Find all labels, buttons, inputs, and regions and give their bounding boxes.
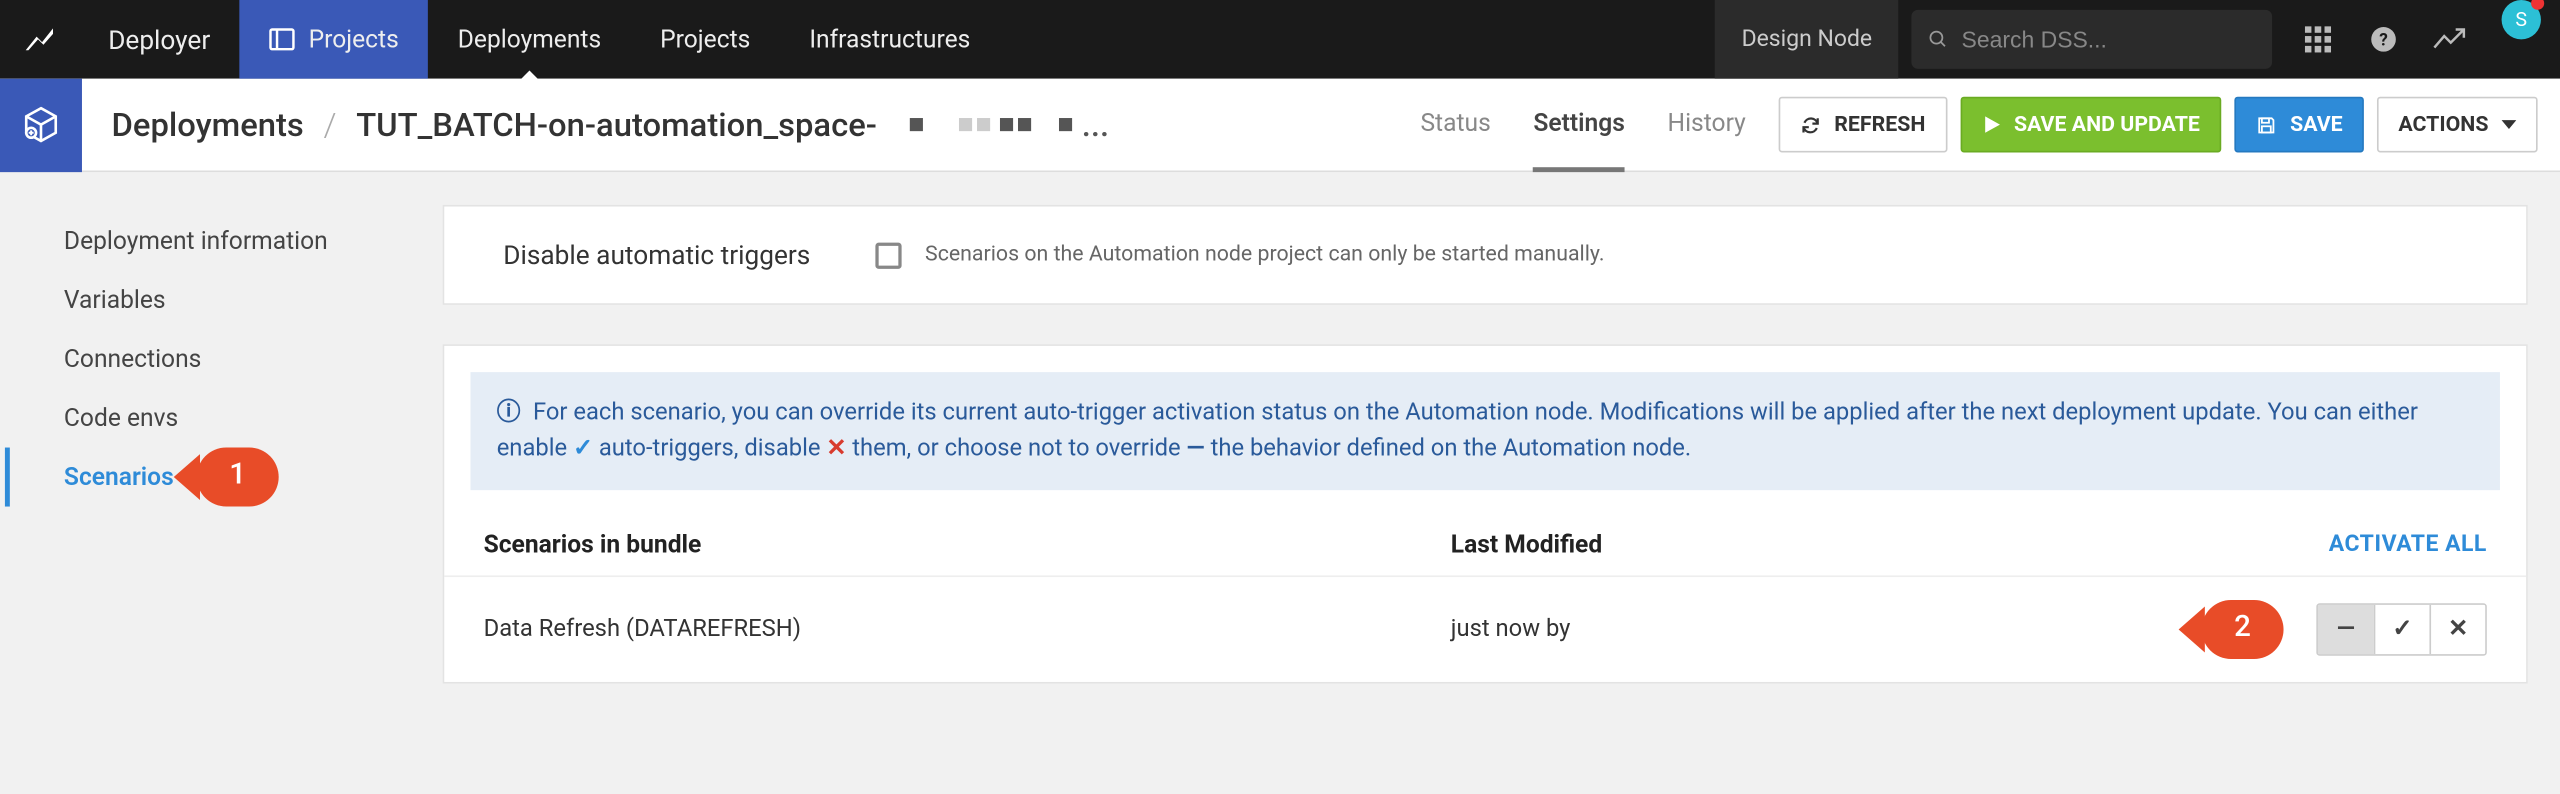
- avatar-initial: S: [2515, 8, 2527, 31]
- info-icon: ⓘ: [497, 398, 521, 426]
- sidenav-item-variables[interactable]: Variables: [0, 270, 443, 329]
- breadcrumb-sep: /: [323, 105, 336, 144]
- search-input[interactable]: [1962, 26, 2256, 52]
- trend-icon[interactable]: [2416, 0, 2482, 79]
- apps-icon[interactable]: [2285, 0, 2351, 79]
- sub-tabs: Status Settings History: [1420, 78, 1745, 171]
- side-nav: Deployment information Variables Connect…: [0, 172, 443, 715]
- toggle-disable[interactable]: ✕: [2429, 604, 2485, 653]
- table-row: Data Refresh (DATAREFRESH) just now by 2…: [444, 575, 2526, 682]
- design-node-link[interactable]: Design Node: [1715, 0, 1898, 79]
- disable-triggers-label: Disable automatic triggers: [503, 239, 810, 270]
- notification-dot-icon: [2531, 0, 2544, 10]
- project-cube-icon[interactable]: [0, 78, 82, 171]
- actions-button[interactable]: ACTIONS: [2377, 97, 2538, 153]
- play-icon: [1981, 115, 2001, 135]
- button-label: SAVE AND UPDATE: [2014, 112, 2200, 137]
- nav-tab-label: Projects: [309, 25, 399, 55]
- toggle-enable[interactable]: ✓: [2374, 604, 2430, 653]
- info-text: them, or choose not to override: [852, 434, 1186, 462]
- subtab-history[interactable]: History: [1668, 78, 1746, 171]
- sub-header: Deployments / TUT_BATCH-on-automation_sp…: [0, 79, 2560, 172]
- minus-icon: —: [1187, 434, 1205, 462]
- info-text: auto-triggers, disable: [599, 434, 827, 462]
- chevron-down-icon: [2502, 120, 2517, 130]
- info-text: the behavior defined on the Automation n…: [1211, 434, 1692, 462]
- refresh-button[interactable]: REFRESH: [1779, 97, 1947, 153]
- override-toggle-group: — ✓ ✕: [2316, 602, 2486, 654]
- save-and-update-button[interactable]: SAVE AND UPDATE: [1960, 97, 2221, 153]
- top-nav: Deployer Projects Deployments Projects I…: [0, 0, 2560, 79]
- button-label: SAVE: [2290, 112, 2343, 137]
- minus-icon: —: [2337, 615, 2355, 643]
- button-label: ACTIONS: [2398, 112, 2488, 137]
- subtab-status[interactable]: Status: [1420, 78, 1490, 171]
- x-icon: ✕: [2448, 615, 2468, 643]
- nav-tab-deployments[interactable]: Deployments: [428, 0, 630, 79]
- nav-tab-label: Projects: [660, 25, 750, 55]
- save-button[interactable]: SAVE: [2234, 97, 2364, 153]
- check-icon: ✓: [2392, 615, 2412, 643]
- svg-text:?: ?: [2379, 30, 2388, 50]
- sidenav-item-code-envs[interactable]: Code envs: [0, 389, 443, 448]
- nav-tab-label: Infrastructures: [809, 25, 970, 55]
- breadcrumb: Deployments / TUT_BATCH-on-automation_sp…: [111, 105, 1109, 144]
- nav-tab-label: Deployments: [458, 25, 601, 55]
- col-header-modified: Last Modified: [1451, 529, 2329, 559]
- button-label: REFRESH: [1834, 112, 1925, 137]
- disable-triggers-checkbox[interactable]: [876, 242, 902, 268]
- x-icon: ✕: [826, 434, 846, 462]
- active-caret-icon: [520, 70, 540, 80]
- info-box: ⓘ For each scenario, you can override it…: [470, 372, 2499, 489]
- callout-2: 2: [2202, 599, 2284, 658]
- breadcrumb-root[interactable]: Deployments: [111, 105, 303, 144]
- nav-tab-projects[interactable]: Projects: [240, 0, 429, 79]
- nav-tab-projects-2[interactable]: Projects: [631, 0, 780, 79]
- search-box[interactable]: [1911, 10, 2272, 69]
- logo-icon[interactable]: [0, 0, 79, 79]
- save-icon: [2256, 114, 2277, 135]
- user-avatar[interactable]: S: [2502, 0, 2541, 39]
- disable-triggers-hint: Scenarios on the Automation node project…: [925, 243, 1604, 268]
- activate-all-link[interactable]: ACTIVATE ALL: [2329, 530, 2487, 556]
- sidenav-item-connections[interactable]: Connections: [0, 329, 443, 388]
- callout-number: 2: [2202, 609, 2284, 643]
- redacted-pixels: ...: [910, 105, 1109, 144]
- brand-label[interactable]: Deployer: [79, 0, 240, 79]
- nav-tab-infrastructures[interactable]: Infrastructures: [780, 0, 1000, 79]
- scenarios-table-header: Scenarios in bundle Last Modified ACTIVA…: [444, 502, 2526, 574]
- check-icon: ✓: [573, 434, 593, 462]
- settings-panel: Disable automatic triggers Scenarios on …: [443, 205, 2528, 305]
- scenario-modified: just now by: [1451, 615, 2202, 643]
- toggle-no-override[interactable]: —: [2318, 604, 2374, 653]
- refresh-icon: [1800, 114, 1821, 135]
- callout-number: 1: [197, 457, 279, 491]
- callout-1: 1: [197, 448, 279, 507]
- panel-icon: [269, 28, 295, 51]
- sidenav-item-scenarios[interactable]: Scenarios: [5, 448, 197, 507]
- scenario-name: Data Refresh (DATAREFRESH): [484, 615, 1451, 643]
- search-icon: [1928, 28, 1949, 51]
- sidenav-item-deployment-information[interactable]: Deployment information: [0, 211, 443, 270]
- col-header-name: Scenarios in bundle: [484, 529, 1451, 559]
- breadcrumb-current: TUT_BATCH-on-automation_space-: [356, 105, 877, 144]
- subtab-settings[interactable]: Settings: [1533, 78, 1625, 171]
- scenarios-panel: ⓘ For each scenario, you can override it…: [443, 344, 2528, 683]
- help-icon[interactable]: ?: [2351, 0, 2417, 79]
